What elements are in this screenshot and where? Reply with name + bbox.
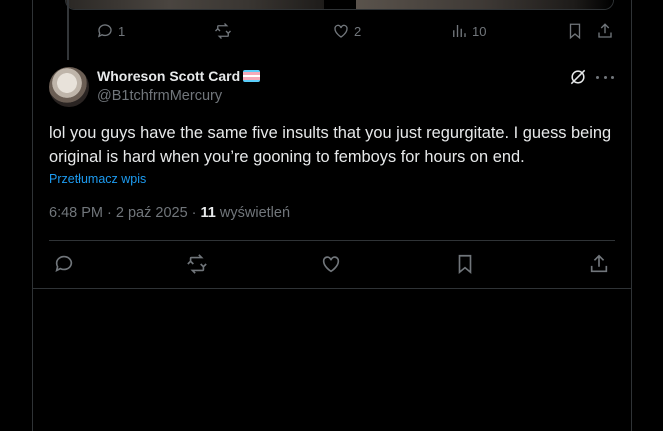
author-display-name[interactable]: Whoreson Scott Card (97, 68, 261, 84)
tweet-meta: 6:48 PM · 2 paź 2025 · 11 wyświetleń (49, 205, 290, 221)
heart-icon (334, 24, 348, 38)
share-icon (590, 254, 608, 273)
share-button[interactable] (586, 252, 612, 276)
like-button[interactable] (318, 252, 344, 276)
author-handle[interactable]: @B1tchfrmMercury (97, 88, 222, 104)
bookmark-icon (458, 254, 472, 275)
reply-icon (97, 24, 112, 38)
views-button[interactable]: 10 (450, 22, 486, 40)
grok-button[interactable] (568, 67, 588, 87)
like-count: 2 (354, 23, 362, 39)
media-image-left[interactable] (66, 0, 324, 9)
repost-button[interactable] (184, 252, 210, 276)
bookmark-button[interactable] (452, 252, 478, 276)
views-label: wyświetleń (215, 205, 291, 221)
parent-tweet-media[interactable] (65, 0, 614, 10)
reply-tweet-action-bar (49, 252, 615, 276)
view-count: 10 (472, 23, 487, 39)
heart-icon (322, 256, 340, 273)
transgender-flag-icon (243, 70, 261, 82)
tweet-bottom-border (32, 288, 632, 289)
reply-button[interactable] (51, 252, 77, 276)
share-icon (598, 23, 612, 38)
timestamp[interactable]: 6:48 PM · 2 paź 2025 · (49, 205, 201, 221)
bookmark-icon (569, 23, 581, 40)
repost-icon (187, 254, 207, 274)
share-button[interactable] (596, 22, 614, 40)
divider (49, 240, 615, 241)
reply-icon (55, 255, 73, 272)
views-count: 11 (200, 205, 216, 221)
media-image-right[interactable] (356, 0, 613, 9)
repost-icon (215, 23, 231, 39)
tweet-text: lol you guys have the same five insults … (49, 124, 612, 166)
repost-button[interactable] (214, 22, 236, 40)
analytics-icon (453, 25, 466, 37)
more-options-button[interactable] (596, 70, 614, 84)
bookmark-button[interactable] (566, 22, 584, 40)
like-button[interactable]: 2 (332, 22, 361, 40)
reply-button[interactable]: 1 (96, 22, 125, 40)
reply-count: 1 (118, 23, 126, 39)
grok-icon (570, 69, 586, 85)
translate-link[interactable]: Przetłumacz wpis (49, 172, 146, 186)
avatar[interactable] (49, 67, 89, 107)
parent-tweet-action-bar: 1 2 10 (96, 22, 618, 42)
thread-connector-line (67, 0, 69, 60)
